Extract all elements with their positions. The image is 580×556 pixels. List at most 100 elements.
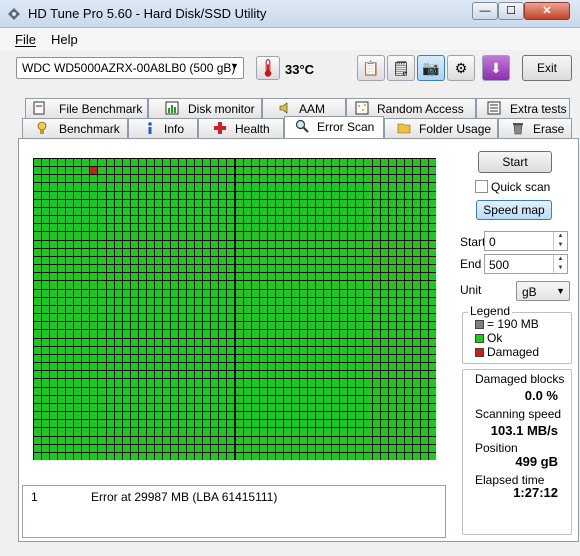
- ok-block: [58, 305, 66, 314]
- ok-block: [316, 452, 324, 460]
- save-button[interactable]: ⬇: [482, 55, 510, 81]
- start-spinner[interactable]: ▲ ▼: [553, 232, 567, 250]
- tab-file-benchmark[interactable]: File Benchmark: [25, 98, 148, 118]
- ok-block: [195, 207, 203, 216]
- error-log-list[interactable]: 1 Error at 29987 MB (LBA 61415111): [22, 485, 446, 538]
- maximize-button[interactable]: ☐: [498, 2, 524, 20]
- end-field[interactable]: 500 ▲ ▼: [484, 254, 568, 274]
- ok-block: [219, 216, 227, 224]
- ok-block: [82, 216, 90, 224]
- ok-block: [58, 420, 66, 428]
- ok-block: [219, 403, 227, 412]
- ok-block: [171, 159, 179, 167]
- ok-block: [34, 256, 42, 265]
- ok-block: [187, 395, 195, 403]
- ok-block: [420, 428, 428, 436]
- ok-block: [171, 248, 179, 256]
- screenshot-button[interactable]: 📷: [417, 55, 445, 81]
- copy-image-button[interactable]: 🗒: [387, 55, 415, 81]
- random-access-icon: [355, 101, 369, 115]
- ok-block: [195, 297, 203, 305]
- ok-block: [171, 403, 179, 412]
- ok-block: [42, 232, 50, 240]
- thermometer-icon[interactable]: [256, 56, 280, 80]
- download-arrow-icon: ⬇: [490, 60, 502, 76]
- ok-block: [171, 436, 179, 444]
- tab-disk-monitor[interactable]: Disk monitor: [148, 98, 262, 118]
- ok-block: [308, 428, 316, 436]
- options-button[interactable]: ⚙: [447, 55, 475, 81]
- tab-extra-tests[interactable]: Extra tests: [476, 98, 570, 118]
- ok-block: [42, 444, 50, 452]
- tab-error-scan[interactable]: Error Scan: [284, 116, 384, 138]
- tab-erase[interactable]: Erase: [498, 118, 572, 138]
- ok-block: [364, 428, 372, 436]
- tab-benchmark[interactable]: Benchmark: [22, 118, 128, 138]
- tab-info[interactable]: Info: [128, 118, 198, 138]
- start-field-label: Start: [460, 235, 486, 249]
- ok-block: [275, 216, 283, 224]
- ok-block: [66, 395, 74, 403]
- ok-block: [211, 159, 219, 167]
- minimize-button[interactable]: —: [472, 2, 498, 20]
- ok-block: [227, 248, 235, 256]
- menu-file[interactable]: File: [15, 32, 36, 47]
- ok-block: [364, 199, 372, 207]
- ok-block: [356, 387, 364, 395]
- ok-block: [283, 338, 291, 346]
- ok-block: [428, 199, 436, 207]
- ok-block: [324, 183, 332, 191]
- ok-block: [146, 159, 154, 167]
- ok-block: [154, 346, 162, 354]
- tab-random-access[interactable]: Random Access: [346, 98, 476, 118]
- ok-block: [50, 363, 58, 371]
- ok-block: [316, 256, 324, 265]
- start-button[interactable]: Start: [478, 151, 552, 173]
- drive-select[interactable]: WDC WD5000AZRX-00A8LB0 (500 gB) ▼: [16, 57, 244, 79]
- tab-label: File Benchmark: [59, 102, 143, 116]
- tab-health[interactable]: Health: [198, 118, 284, 138]
- ok-block: [308, 159, 316, 167]
- ok-block: [187, 330, 195, 338]
- ok-block: [348, 412, 356, 420]
- ok-block: [428, 191, 436, 199]
- ok-block: [34, 354, 42, 363]
- ok-block: [171, 330, 179, 338]
- ok-block: [356, 363, 364, 371]
- ok-block: [324, 379, 332, 387]
- ok-block: [251, 199, 259, 207]
- ok-block: [243, 191, 251, 199]
- quick-scan-checkbox[interactable]: [475, 180, 488, 193]
- ok-block: [364, 371, 372, 379]
- ok-block: [356, 305, 364, 314]
- ok-block: [275, 224, 283, 232]
- ok-block: [275, 265, 283, 273]
- menu-help[interactable]: Help: [51, 32, 78, 47]
- tab-aam[interactable]: AAM: [262, 98, 346, 118]
- ok-block: [396, 363, 404, 371]
- close-button[interactable]: ✕: [524, 2, 570, 20]
- ok-block: [340, 216, 348, 224]
- copy-text-button[interactable]: 📋: [357, 55, 385, 81]
- speed-map-button[interactable]: Speed map: [476, 200, 552, 220]
- ok-block: [243, 248, 251, 256]
- ok-block: [259, 265, 267, 273]
- unit-select[interactable]: gB ▼: [516, 281, 570, 301]
- ok-block: [98, 387, 106, 395]
- ok-block: [227, 330, 235, 338]
- ok-block: [420, 314, 428, 322]
- ok-block: [219, 256, 227, 265]
- tab-folder-usage[interactable]: Folder Usage: [384, 118, 498, 138]
- unit-label: Unit: [460, 283, 482, 297]
- start-field[interactable]: 0 ▲ ▼: [484, 231, 568, 251]
- ok-block: [267, 265, 275, 273]
- ok-block: [356, 207, 364, 216]
- end-spinner[interactable]: ▲ ▼: [553, 255, 567, 273]
- exit-button[interactable]: Exit: [522, 55, 572, 81]
- ok-block: [396, 403, 404, 412]
- ok-block: [219, 224, 227, 232]
- ok-block: [195, 175, 203, 183]
- speaker-icon: [278, 101, 292, 115]
- ok-block: [275, 330, 283, 338]
- ok-block: [356, 159, 364, 167]
